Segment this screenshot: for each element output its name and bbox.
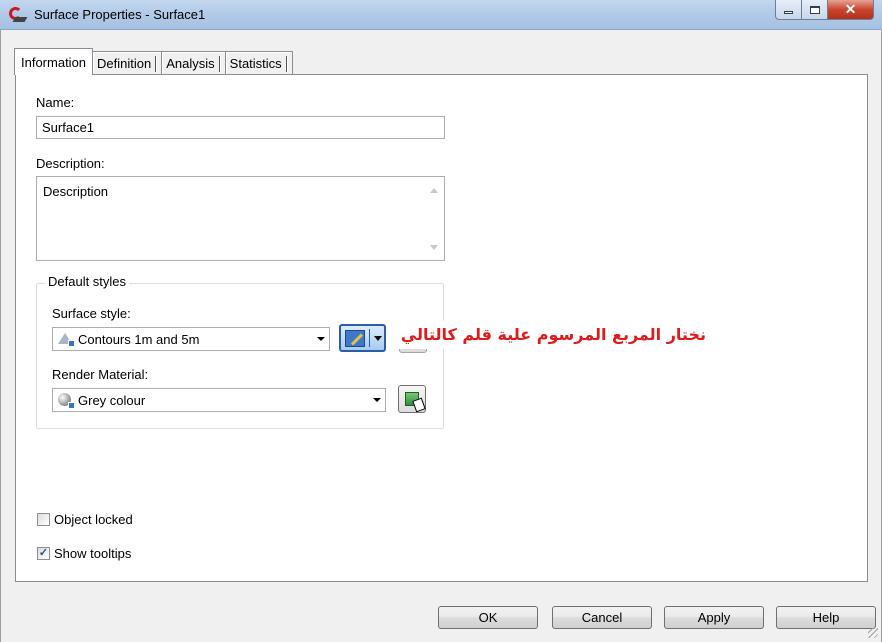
app-icon	[9, 7, 28, 23]
tab-information[interactable]: Information	[14, 48, 94, 75]
tab-label: Definition	[97, 56, 152, 71]
pick-material-button[interactable]	[398, 385, 426, 413]
tab-label: Statistics	[229, 56, 282, 71]
close-button[interactable]: ✕	[828, 0, 874, 20]
close-icon: ✕	[844, 1, 857, 17]
chevron-down-icon[interactable]	[369, 389, 385, 411]
surface-style-value: Contours 1m and 5m	[78, 331, 200, 347]
tab-strip: Information Definition Analysis Statisti…	[14, 48, 293, 75]
chevron-down-icon[interactable]	[313, 328, 329, 350]
default-styles-title: Default styles	[45, 274, 130, 289]
tab-label: Analysis	[166, 56, 215, 71]
description-label: Description:	[36, 156, 105, 171]
tab-label: Information	[21, 54, 87, 70]
object-locked-label: Object locked	[54, 512, 133, 527]
render-material-dropdown[interactable]: Grey colour	[52, 388, 386, 412]
minimize-button[interactable]	[775, 0, 802, 20]
annotation-text: نختار المربع المرسوم علية قلم كالتالي	[388, 321, 728, 349]
name-label: Name:	[36, 95, 75, 110]
description-text: Description	[43, 184, 109, 199]
help-button[interactable]: Help	[776, 606, 876, 629]
surface-style-dropdown[interactable]: Contours 1m and 5m	[52, 327, 330, 351]
description-field[interactable]: Description	[36, 176, 445, 261]
ok-button[interactable]: OK	[438, 606, 538, 629]
description-scrollbar[interactable]	[427, 177, 444, 260]
show-tooltips-checkbox[interactable]: ✓ Show tooltips	[37, 546, 131, 561]
render-material-value: Grey colour	[78, 392, 146, 408]
tab-analysis[interactable]: Analysis	[161, 51, 226, 75]
tab-definition[interactable]: Definition	[92, 51, 163, 75]
checkbox-box[interactable]: ✓	[37, 547, 50, 560]
name-field[interactable]: Surface1	[36, 116, 445, 139]
scroll-up-icon[interactable]	[430, 188, 438, 193]
window-title: Surface Properties - Surface1	[34, 7, 206, 22]
pick-material-icon	[405, 392, 419, 406]
resize-grip[interactable]	[868, 628, 878, 638]
checkbox-box[interactable]	[37, 513, 50, 526]
chevron-down-icon	[374, 335, 382, 341]
minimize-icon	[784, 11, 793, 14]
maximize-button[interactable]	[802, 0, 828, 20]
tab-statistics[interactable]: Statistics	[224, 51, 293, 75]
apply-button[interactable]: Apply	[664, 606, 764, 629]
cancel-button[interactable]: Cancel	[552, 606, 652, 629]
render-material-icon	[58, 393, 75, 409]
surface-style-icon	[58, 333, 75, 347]
scroll-down-icon[interactable]	[430, 245, 438, 250]
object-locked-checkbox[interactable]: Object locked	[37, 512, 133, 527]
title-bar[interactable]: Surface Properties - Surface1 ✕	[0, 0, 882, 30]
edit-style-icon	[345, 329, 365, 347]
maximize-icon	[809, 5, 820, 14]
show-tooltips-label: Show tooltips	[54, 546, 132, 561]
checkmark-icon: ✓	[38, 547, 49, 559]
surface-style-label: Surface style:	[52, 306, 131, 321]
edit-style-button[interactable]	[339, 324, 386, 352]
render-material-label: Render Material:	[52, 367, 149, 382]
